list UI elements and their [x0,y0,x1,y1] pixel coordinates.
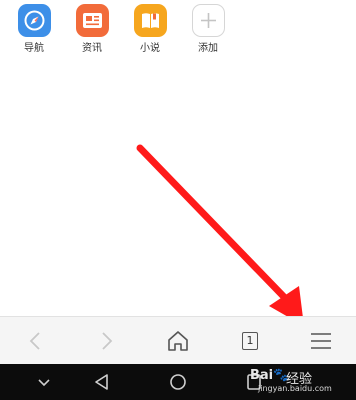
home-button[interactable] [162,325,194,357]
system-navigation-bar: Bai🐾 经验 jingyan.baidu.com [0,364,356,400]
system-back-button[interactable] [92,372,112,392]
forward-button[interactable] [91,325,123,357]
hide-navbar-button[interactable] [34,372,54,392]
tabs-button[interactable]: 1 [234,325,266,357]
home-icon [168,331,188,351]
menu-icon [311,333,331,349]
chevron-right-icon [102,332,113,350]
menu-button[interactable] [305,325,337,357]
tab-count: 1 [242,332,258,350]
circle-home-icon [170,374,186,390]
system-home-button[interactable] [168,372,188,392]
chevron-down-icon [38,379,50,387]
triangle-back-icon [95,374,108,390]
chevron-left-icon [29,332,40,350]
baidu-jingyan-watermark: Bai🐾 经验 jingyan.baidu.com [250,366,350,396]
back-button[interactable] [19,325,51,357]
browser-toolbar: 1 [0,316,356,364]
watermark-logo: Bai🐾 [250,368,290,383]
watermark-url: jingyan.baidu.com [258,384,332,393]
